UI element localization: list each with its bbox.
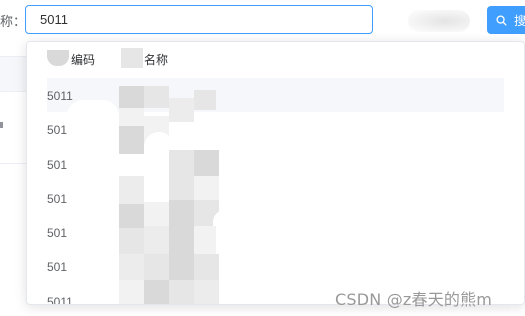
redaction-mosaic <box>67 100 119 304</box>
redaction-mosaic <box>169 280 194 304</box>
search-button[interactable]: 搜 <box>487 6 525 34</box>
background-row-marker <box>0 122 3 128</box>
redaction-mosaic <box>194 280 219 304</box>
dropdown-header: 编码 名称 <box>27 42 524 74</box>
redaction-mosaic <box>169 200 194 226</box>
redaction-mosaic <box>119 254 144 280</box>
filter-label: 称： <box>0 14 27 29</box>
redaction-mosaic <box>169 176 194 200</box>
redaction-mosaic <box>119 204 144 228</box>
column-header-code: 编码 <box>71 53 96 67</box>
redaction-mosaic <box>169 98 194 122</box>
redaction-mosaic <box>169 150 194 176</box>
redaction-mosaic <box>213 210 237 254</box>
redaction-mosaic <box>119 86 144 108</box>
redaction-mosaic <box>121 48 143 68</box>
redaction-mosaic <box>169 254 194 280</box>
redaction-mosaic <box>194 254 219 280</box>
search-icon <box>496 14 507 26</box>
redaction-mosaic <box>144 226 169 254</box>
redaction-mosaic <box>194 176 219 200</box>
redaction-mosaic <box>194 90 216 110</box>
redaction-mosaic <box>144 86 169 108</box>
redaction-mosaic <box>119 176 144 204</box>
redaction-mosaic <box>119 126 144 154</box>
redaction-mosaic <box>169 226 194 254</box>
search-button-label: 搜 <box>514 13 525 28</box>
column-header-name: 名称 <box>144 53 169 67</box>
redaction-mosaic <box>119 228 144 254</box>
option-code: 5011 <box>47 89 73 103</box>
redaction-mosaic <box>144 202 169 226</box>
redaction-mosaic <box>119 280 144 304</box>
redacted-control <box>408 10 470 32</box>
redaction-mosaic <box>194 226 216 254</box>
redaction-mosaic <box>144 254 169 280</box>
redaction-mosaic <box>194 150 219 176</box>
redaction-mosaic <box>144 280 169 304</box>
name-search-input[interactable] <box>25 5 373 34</box>
autocomplete-dropdown: 编码 名称 5011 5011 5011 5011 5011 5011 5011 <box>26 41 525 305</box>
watermark: CSDN @z春天的熊m <box>335 290 493 309</box>
